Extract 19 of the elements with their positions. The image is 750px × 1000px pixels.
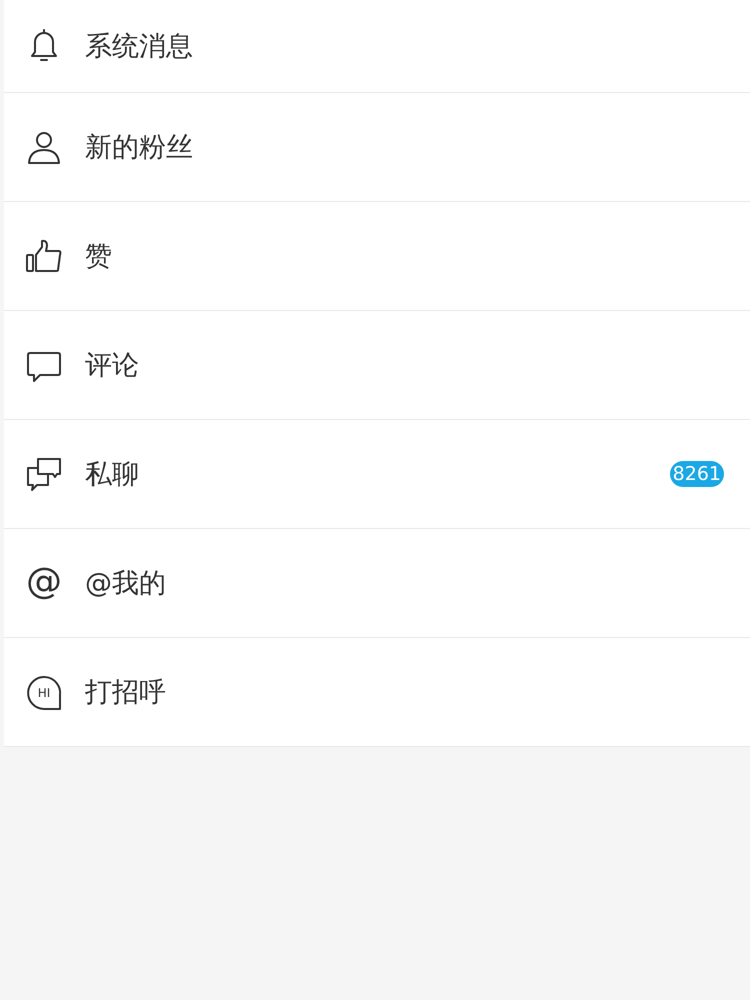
menu-item[interactable]: 系统消息	[4, 0, 750, 93]
chat-bubbles-icon	[25, 455, 63, 493]
item-label: 打招呼	[85, 676, 167, 710]
item-label: 系统消息	[85, 30, 194, 64]
item-label: 私聊	[85, 458, 140, 492]
menu-item[interactable]: 赞	[4, 202, 750, 311]
item-label: @我的	[85, 567, 167, 601]
hi-bubble-icon: HI	[25, 673, 63, 711]
item-label: 赞	[85, 240, 113, 274]
menu-item[interactable]: HI 打招呼	[4, 638, 750, 747]
item-label: 新的粉丝	[85, 131, 194, 165]
menu-item[interactable]: 私聊 8261	[4, 420, 750, 529]
at-icon: @	[25, 564, 63, 602]
menu-item[interactable]: 新的粉丝	[4, 93, 750, 202]
thumbs-up-icon	[25, 237, 63, 275]
item-label: 评论	[85, 349, 140, 383]
menu-item[interactable]: @ @我的	[4, 529, 750, 638]
menu-item[interactable]: 评论	[4, 311, 750, 420]
unread-count: 8261	[670, 461, 724, 487]
